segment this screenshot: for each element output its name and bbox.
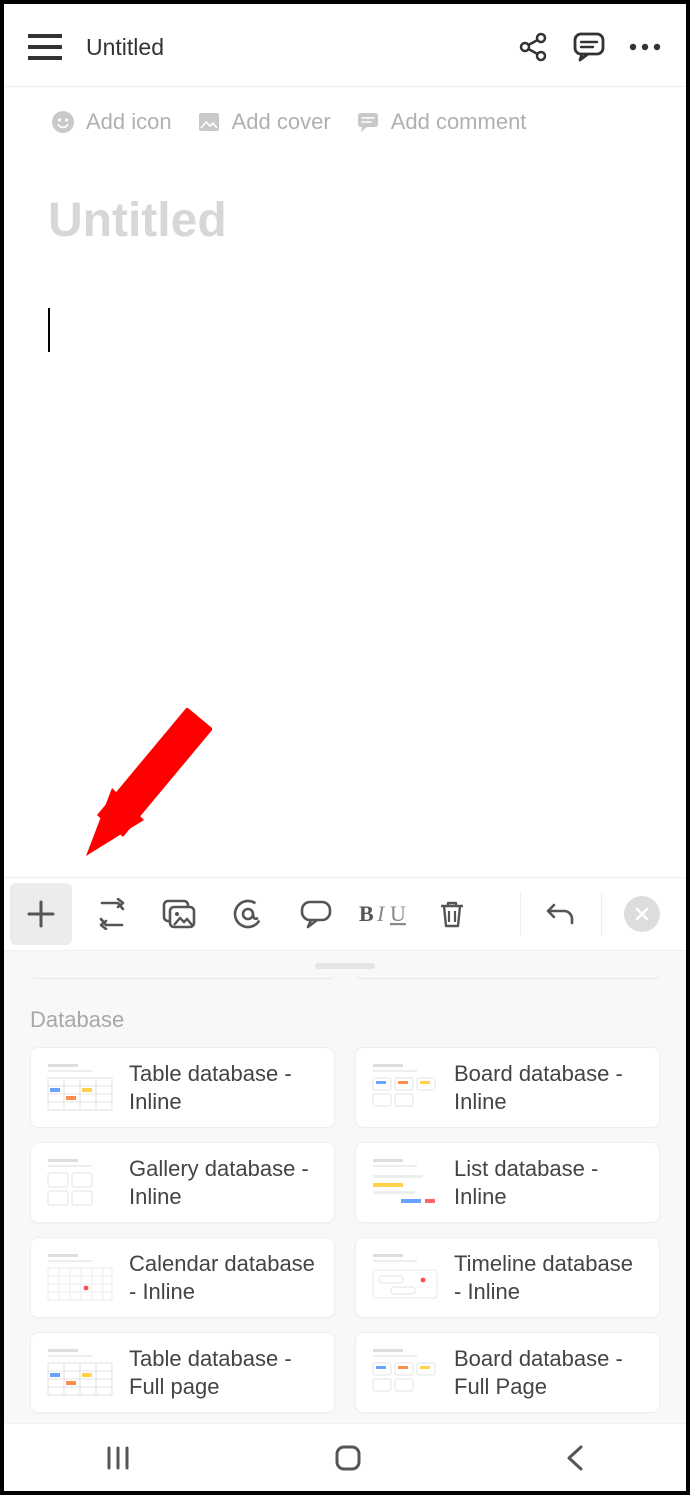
block-option-card[interactable]: Table database - Inline [30, 1047, 335, 1128]
svg-text:I: I [376, 901, 386, 926]
card-thumb-icon [45, 1253, 115, 1303]
format-button[interactable]: B I U [350, 877, 418, 951]
home-button[interactable] [333, 1443, 363, 1473]
block-option-card[interactable]: Board database - Full Page [355, 1332, 660, 1413]
turn-into-button[interactable] [78, 877, 146, 951]
home-icon [333, 1443, 363, 1473]
image-icon [196, 109, 222, 135]
card-label: Board database - Inline [454, 1060, 645, 1115]
card-thumb-icon [370, 1158, 440, 1208]
card-thumb-icon [370, 1063, 440, 1113]
recents-button[interactable] [104, 1444, 132, 1472]
svg-text:B: B [359, 901, 374, 926]
card-thumb-icon [370, 1253, 440, 1303]
card-label: Table database - Inline [129, 1060, 320, 1115]
add-cover-button[interactable]: Add cover [196, 109, 331, 135]
card-thumb-icon [45, 1158, 115, 1208]
app-header: Untitled [4, 4, 686, 87]
comment-button[interactable] [282, 877, 350, 951]
close-circle-icon [624, 896, 660, 932]
block-option-card[interactable]: Board database - Inline [355, 1047, 660, 1128]
comments-button[interactable] [568, 26, 610, 68]
undo-button[interactable] [527, 877, 595, 951]
block-option-card[interactable]: Table database - Full page [30, 1332, 335, 1413]
comment-icon [355, 109, 381, 135]
editor-toolbar: B I U [4, 877, 686, 951]
card-thumb-icon [370, 1348, 440, 1398]
share-icon [518, 32, 548, 62]
card-label: Table database - Full page [129, 1345, 320, 1400]
back-button[interactable] [564, 1444, 586, 1472]
hamburger-icon [28, 33, 62, 61]
page-title[interactable]: Untitled [86, 34, 164, 61]
text-cursor [48, 308, 50, 352]
previous-card-stub[interactable] [30, 973, 335, 979]
section-header: Database [4, 989, 686, 1047]
turn-into-icon [95, 898, 129, 930]
system-nav-bar [4, 1423, 686, 1491]
add-block-button[interactable] [10, 883, 72, 945]
biu-icon: B I U [359, 901, 409, 927]
page-actions-row: Add icon Add cover Add comment [4, 87, 686, 143]
card-label: Board database - Full Page [454, 1345, 645, 1400]
block-picker-panel: Database Table database - Inline Board d… [4, 951, 686, 1423]
card-thumb-icon [45, 1063, 115, 1113]
at-icon [232, 898, 264, 930]
recents-icon [104, 1444, 132, 1472]
drag-handle[interactable] [315, 963, 375, 969]
back-icon [564, 1444, 586, 1472]
card-label: Calendar database - Inline [129, 1250, 320, 1305]
svg-text:U: U [390, 901, 406, 926]
speech-bubble-icon [572, 30, 606, 64]
add-comment-label: Add comment [391, 109, 527, 135]
chat-icon [299, 899, 333, 929]
more-horizontal-icon [628, 42, 662, 52]
share-button[interactable] [512, 26, 554, 68]
block-option-card[interactable]: List database - Inline [355, 1142, 660, 1223]
insert-image-button[interactable] [146, 877, 214, 951]
title-input[interactable]: Untitled [4, 143, 686, 248]
add-icon-button[interactable]: Add icon [50, 109, 172, 135]
previous-card-stub[interactable] [355, 973, 660, 979]
card-label: Timeline database - Inline [454, 1250, 645, 1305]
undo-icon [546, 901, 576, 927]
add-cover-label: Add cover [232, 109, 331, 135]
editor-body[interactable] [4, 248, 686, 877]
block-option-card[interactable]: Gallery database - Inline [30, 1142, 335, 1223]
delete-button[interactable] [418, 877, 486, 951]
card-label: Gallery database - Inline [129, 1155, 320, 1210]
card-thumb-icon [45, 1348, 115, 1398]
menu-button[interactable] [24, 26, 66, 68]
mention-button[interactable] [214, 877, 282, 951]
card-label: List database - Inline [454, 1155, 645, 1210]
emoji-icon [50, 109, 76, 135]
more-button[interactable] [624, 26, 666, 68]
trash-icon [438, 899, 466, 929]
block-option-card[interactable]: Timeline database - Inline [355, 1237, 660, 1318]
add-comment-button[interactable]: Add comment [355, 109, 527, 135]
gallery-icon [162, 899, 198, 929]
close-panel-button[interactable] [608, 877, 676, 951]
plus-icon [26, 899, 56, 929]
block-option-card[interactable]: Calendar database - Inline [30, 1237, 335, 1318]
add-icon-label: Add icon [86, 109, 172, 135]
